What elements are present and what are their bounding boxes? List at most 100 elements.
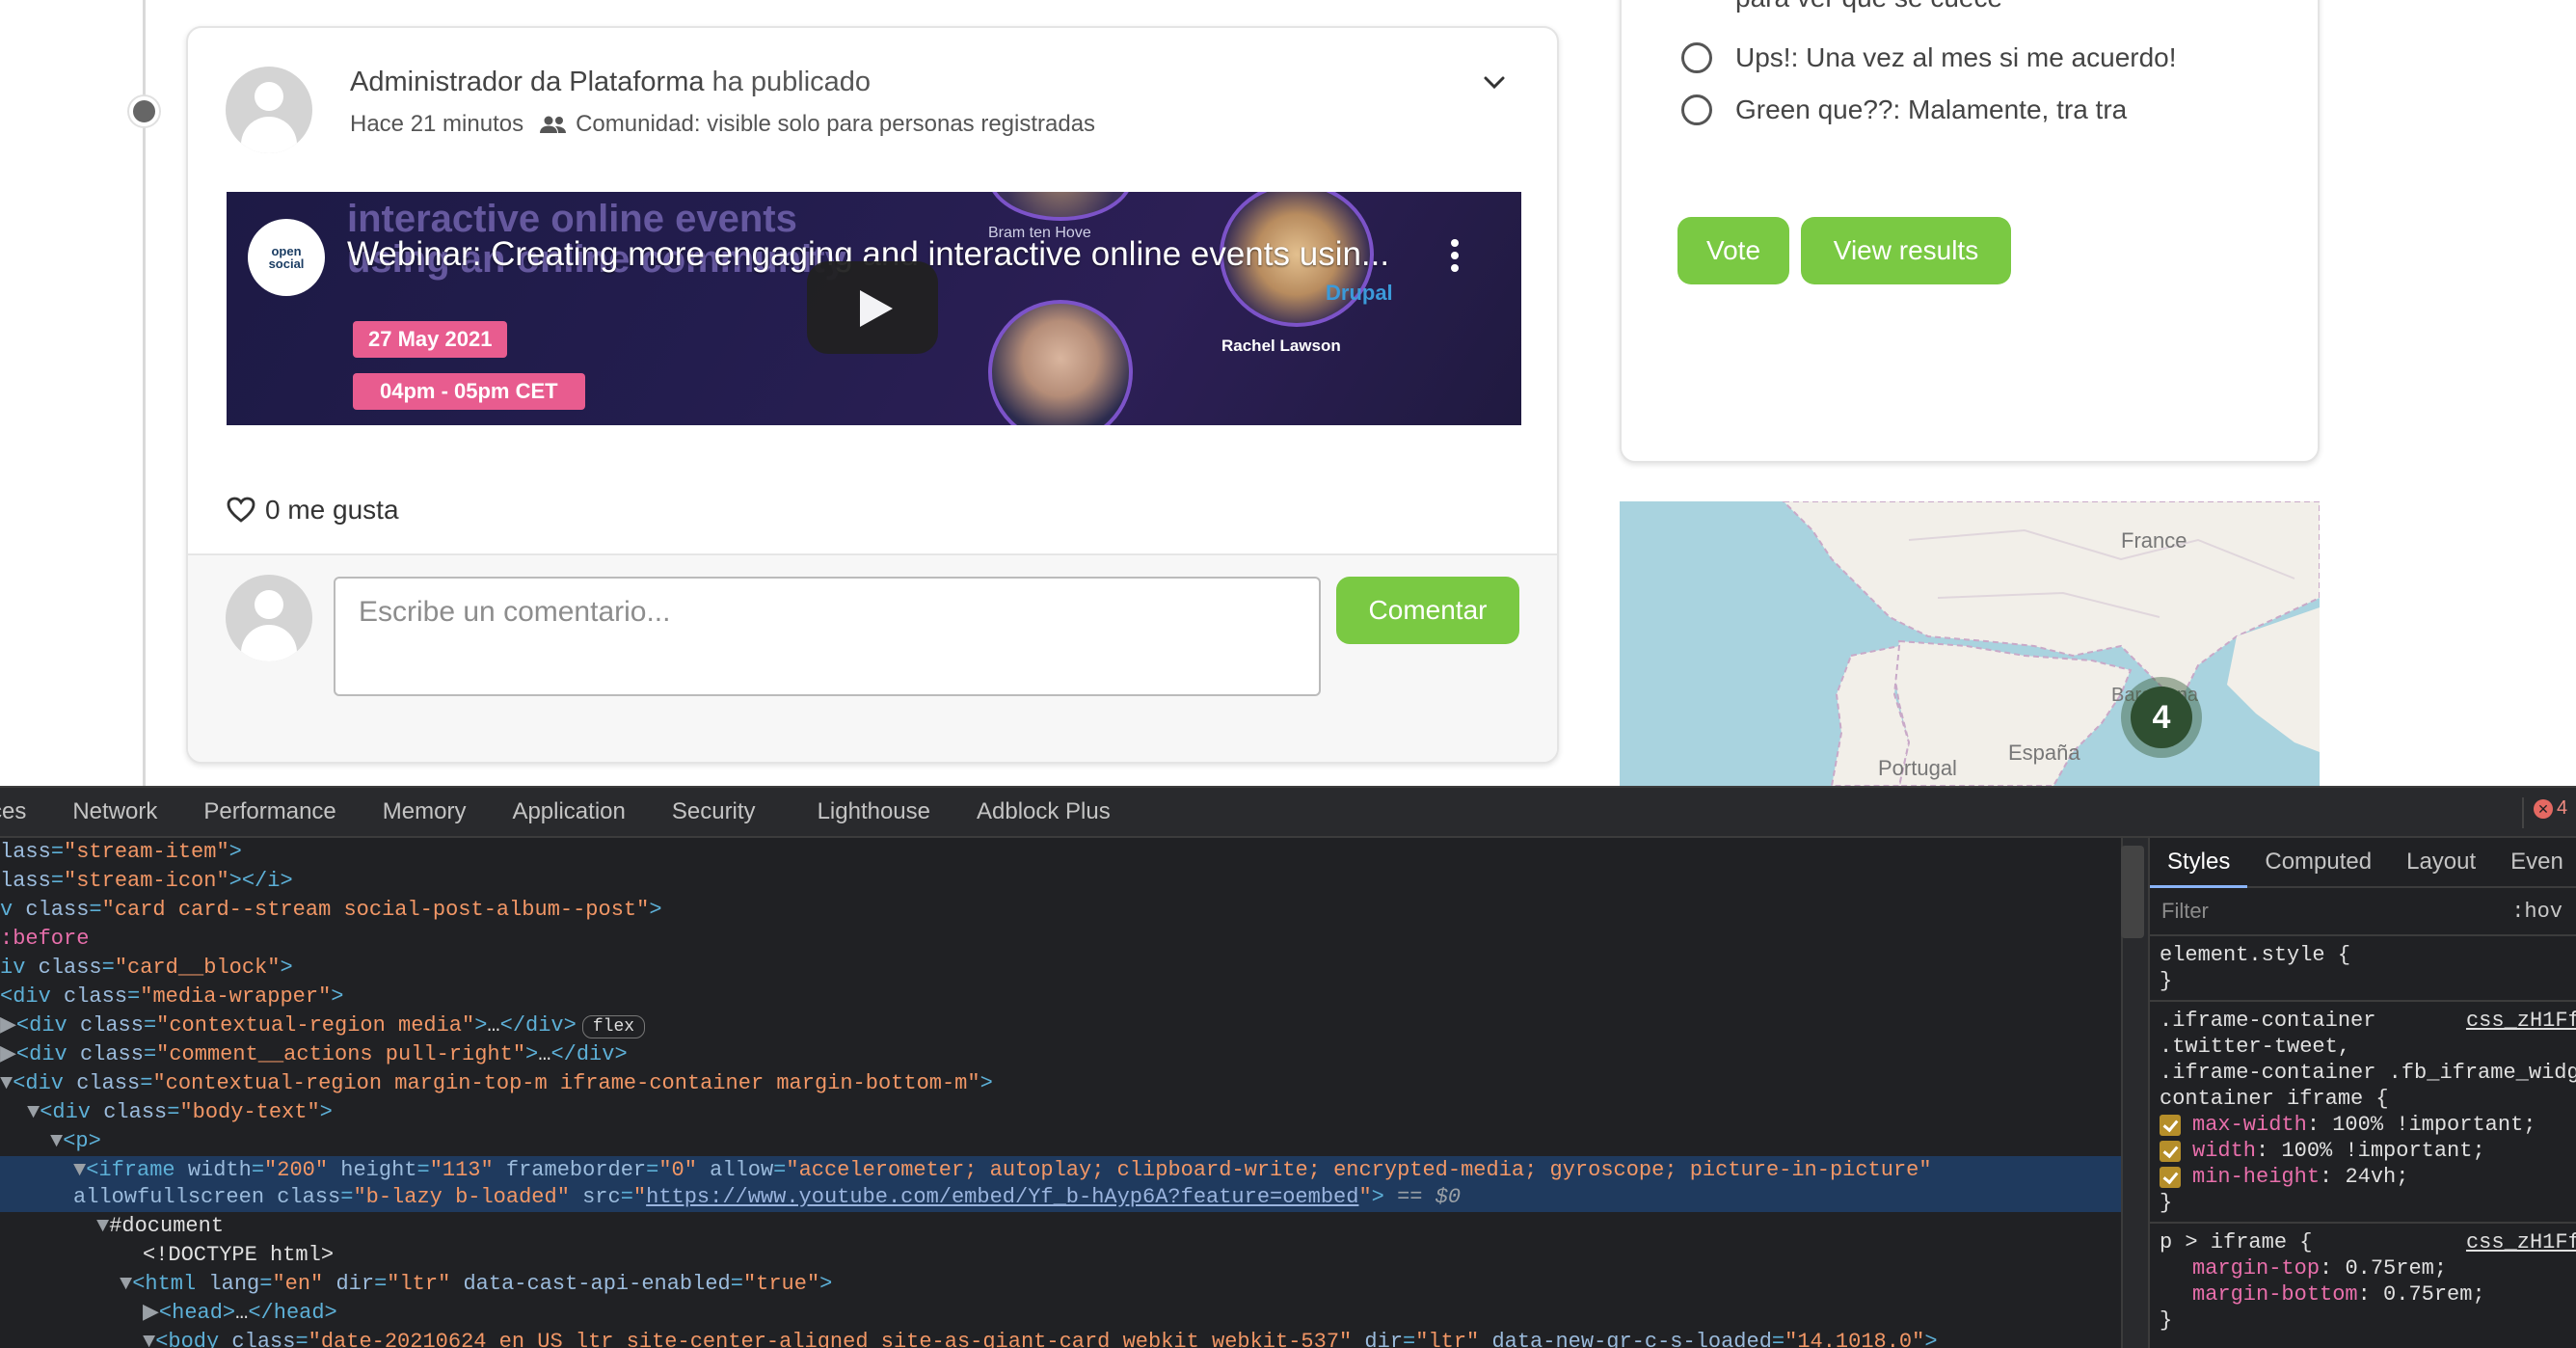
comment-input[interactable] [334,577,1321,696]
css-property[interactable]: margin-bottom: 0.75rem; [2160,1281,2566,1308]
attr-value: card card--stream social-post-album--pos… [114,898,637,922]
dom-node[interactable]: ▶<div class="contextual-region media">…<… [0,1011,646,1040]
property-value: 100% !important; [2281,1139,2485,1163]
rule-selector: element.style { [2160,943,2351,967]
css-property[interactable]: margin-top: 0.75rem; [2160,1255,2566,1281]
poll-option[interactable]: Ups!: Una vez al mes si me acuerdo! [1681,42,2177,73]
radio-button[interactable] [1681,42,1712,73]
dom-node[interactable]: v class="card card--stream social-post-a… [0,896,662,925]
tab-adblock-plus[interactable]: Adblock Plus [953,798,1134,825]
rule-close: } [2160,969,2173,993]
dom-node[interactable]: ▼#document [96,1212,224,1241]
map-cluster-marker[interactable]: 4 [2121,677,2202,758]
channel-logo[interactable]: open social [248,219,325,296]
property-checkbox[interactable] [2160,1166,2181,1188]
attr-value: media-wrapper [152,984,319,1009]
css-property[interactable]: min-height: 24vh; [2160,1164,2566,1190]
timeline-dot [129,96,159,126]
tab-lighthouse[interactable]: Lighthouse [779,798,953,825]
vote-button[interactable]: Vote [1677,217,1789,284]
dom-node[interactable]: ▶<div class="comment__actions pull-right… [0,1040,628,1069]
map-label: Portugal [1878,756,1957,780]
map[interactable]: France Barcelona España Portugal 4 [1620,501,2320,786]
event-time: 04pm - 05pm CET [353,373,585,410]
tab-layout[interactable]: Layout [2389,849,2493,876]
dom-node-selected[interactable]: allowfullscreen class="b-lazy b-loaded" … [0,1183,2121,1212]
tab-styles[interactable]: Styles [2150,838,2248,888]
dom-node[interactable]: ▼<html lang="en" dir="ltr" data-cast-api… [120,1270,832,1299]
rule-selector: .iframe-container .fb_iframe_widg [2160,1061,2576,1085]
property-checkbox[interactable] [2160,1114,2181,1136]
property-value: 100% !important; [2332,1113,2536,1137]
attr-value: stream-icon [76,869,217,893]
attr-value: 200 [277,1158,315,1182]
radio-button[interactable] [1681,94,1712,125]
error-counter[interactable]: ✕ 4 [2522,797,2576,828]
poll-option[interactable]: Green que??: Malamente, tra tra [1681,94,2127,125]
like-button[interactable]: 0 me gusta [227,495,399,526]
dom-node[interactable]: ▼<body class="date-20210624 en US ltr si… [143,1328,1938,1348]
css-rule[interactable]: element.style { } [2150,936,2576,1002]
tab-application[interactable]: Application [489,798,648,825]
rule-source-link[interactable]: css_zH1Ffr [2466,1008,2576,1034]
dom-node[interactable]: <!DOCTYPE html> [143,1241,334,1270]
attr-value: en [284,1272,311,1296]
dom-node[interactable]: <div class="media-wrapper"> [0,983,343,1011]
tab-memory[interactable]: Memory [360,798,490,825]
dom-node[interactable]: ▼<div class="body-text"> [27,1098,333,1127]
iframe-src-link[interactable]: https://www.youtube.com/embed/Yf_b-hAyp6… [646,1185,1358,1209]
styles-pane: Styles Computed Layout Even :hov element… [2148,838,2576,1348]
css-rule[interactable]: css_zH1Ffr .iframe-container .twitter-tw… [2150,1002,2576,1224]
youtube-embed[interactable]: interactive online events using an onlin… [227,192,1521,425]
comment-button[interactable]: Comentar [1336,577,1519,644]
attr-value: ltr [399,1272,439,1296]
speaker-portrait [988,300,1133,425]
attr-value: contextual-region media [169,1013,463,1038]
author-name[interactable]: Administrador da Plataforma [350,67,705,97]
hov-toggle[interactable]: :hov [2511,900,2563,924]
property-name: margin-bottom [2192,1282,2358,1307]
tab-sources[interactable]: rces [0,798,49,825]
play-button[interactable] [807,261,938,354]
dom-node[interactable]: lass="stream-icon"></i> [0,867,293,896]
scrollbar-thumb[interactable] [2121,846,2144,938]
rule-selector: container iframe { [2160,1087,2389,1111]
property-checkbox[interactable] [2160,1140,2181,1162]
poll-option[interactable]: para ver qué se cuece [1681,0,2002,13]
elements-tree[interactable]: lass="stream-item"> lass="stream-icon"><… [0,838,2121,1348]
property-name: margin-top [2192,1256,2321,1281]
post-time[interactable]: Hace 21 minutos [350,111,523,138]
attr-value: stream-item [76,840,217,864]
dom-node-selected[interactable]: ▼<iframe width="200" height="113" frameb… [0,1156,2121,1185]
attr-value: contextual-region margin-top-m iframe-co… [165,1071,968,1095]
rule-source-link[interactable]: css_zH1Ffr [2466,1229,2576,1255]
dom-node[interactable]: iv class="card__block"> [0,954,293,983]
devtools-panel: rces Network Performance Memory Applicat… [0,786,2576,1348]
chevron-down-icon[interactable] [1478,67,1511,99]
tab-performance[interactable]: Performance [180,798,359,825]
dom-node[interactable]: ▼<p> [50,1127,101,1156]
property-value: 0.75rem; [2345,1256,2448,1281]
tab-computed[interactable]: Computed [2247,849,2389,876]
attr-value: 0 [671,1158,684,1182]
more-vertical-icon[interactable] [1450,238,1460,273]
tab-security[interactable]: Security [649,798,779,825]
dom-node[interactable]: lass="stream-item"> [0,838,242,867]
dom-node[interactable]: ▶<head>…</head> [143,1299,337,1328]
css-property[interactable]: width: 100% !important; [2160,1138,2566,1164]
property-name: max-width [2192,1113,2307,1137]
tab-event-listeners[interactable]: Even [2493,849,2576,876]
dom-node[interactable]: :before [0,925,89,954]
property-value: 0.75rem; [2383,1282,2485,1307]
css-property[interactable]: max-width: 100% !important; [2160,1112,2566,1138]
tab-network[interactable]: Network [49,798,180,825]
property-name: min-height [2192,1165,2321,1189]
map-label: España [2008,741,2080,765]
flex-badge[interactable]: flex [581,1015,646,1038]
author-avatar[interactable] [226,67,312,153]
css-rule[interactable]: css_zH1Ffr p > iframe { margin-top: 0.75… [2150,1224,2576,1339]
rule-close: } [2160,1191,2173,1215]
styles-filter-input[interactable] [2161,899,2451,924]
view-results-button[interactable]: View results [1801,217,2011,284]
dom-node[interactable]: ▼<div class="contextual-region margin-to… [0,1069,993,1098]
